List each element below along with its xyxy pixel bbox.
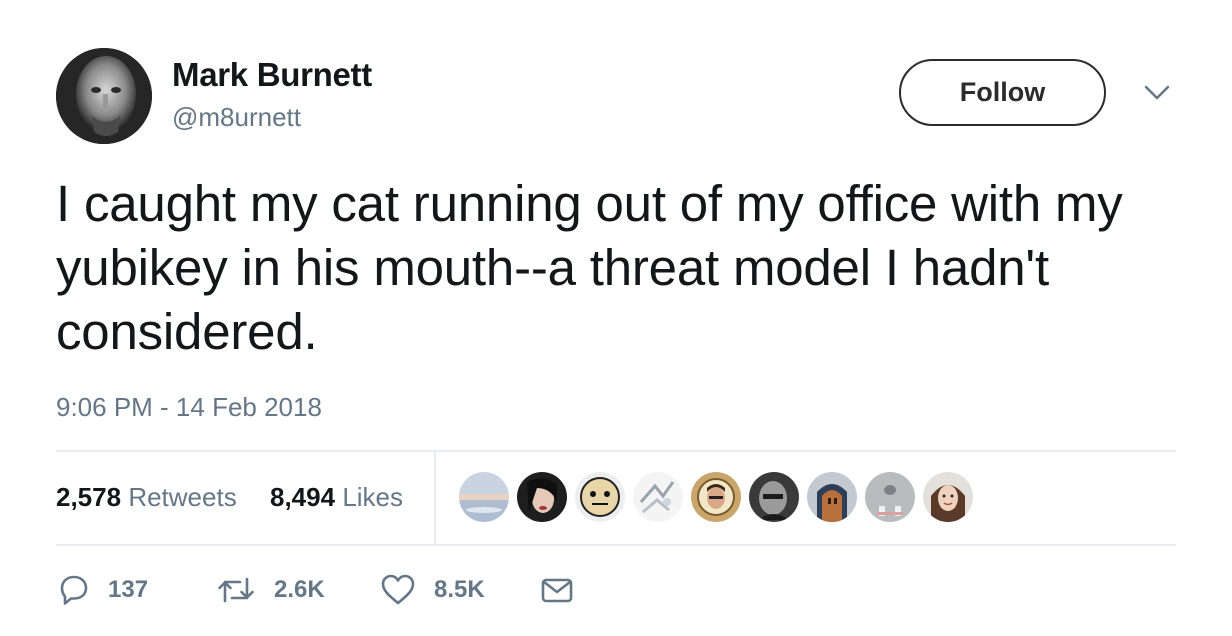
tweet-timestamp[interactable]: 9:06 PM - 14 Feb 2018: [56, 392, 322, 423]
liker-avatar[interactable]: [459, 472, 509, 522]
liker-avatar[interactable]: [633, 472, 683, 522]
envelope-icon: [540, 573, 574, 607]
chevron-down-icon[interactable]: [1143, 84, 1171, 102]
author-handle[interactable]: @m8urnett: [172, 102, 301, 133]
reply-button[interactable]: 137: [56, 570, 148, 610]
like-button[interactable]: 8.5K: [380, 570, 485, 610]
tweet-text: I caught my cat running out of my office…: [56, 175, 1123, 360]
likes-label: Likes: [342, 482, 404, 512]
reply-count: 137: [108, 576, 149, 603]
liker-avatar[interactable]: [691, 472, 741, 522]
retweets-label: Retweets: [128, 482, 237, 512]
divider: [56, 544, 1176, 546]
reply-icon: [56, 573, 90, 607]
liker-avatar[interactable]: [575, 472, 625, 522]
retweets-stat[interactable]: 2,578 Retweets: [56, 482, 237, 513]
liker-avatar[interactable]: [517, 472, 567, 522]
liker-avatar[interactable]: [923, 472, 973, 522]
retweets-count: 2,578: [56, 482, 122, 512]
liker-avatar[interactable]: [807, 472, 857, 522]
like-count: 8.5K: [434, 576, 485, 603]
retweet-button[interactable]: 2.6K: [216, 570, 325, 610]
follow-button[interactable]: Follow: [899, 59, 1106, 126]
retweet-count: 2.6K: [274, 576, 325, 603]
avatar[interactable]: [56, 48, 152, 144]
liker-avatar[interactable]: [865, 472, 915, 522]
author-display-name[interactable]: Mark Burnett: [172, 56, 372, 94]
liker-avatar[interactable]: [749, 472, 799, 522]
likes-stat[interactable]: 8,494 Likes: [270, 482, 403, 513]
heart-icon: [380, 573, 416, 607]
stats-separator: [434, 452, 436, 544]
retweet-icon: [216, 573, 256, 607]
divider: [56, 450, 1176, 452]
direct-message-button[interactable]: [540, 570, 574, 610]
likes-count: 8,494: [270, 482, 336, 512]
